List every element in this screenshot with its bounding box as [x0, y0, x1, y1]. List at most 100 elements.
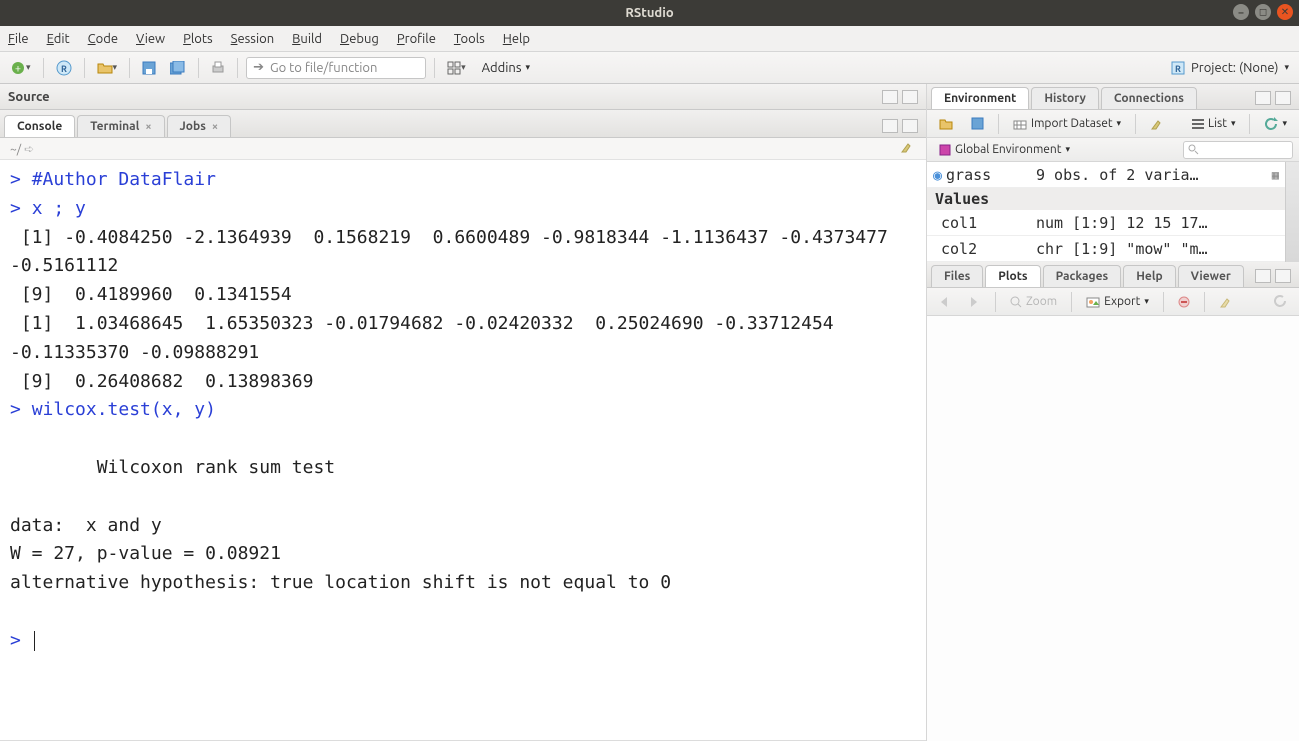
new-file-button[interactable]: + ▾: [6, 57, 35, 79]
console-working-dir: ~/: [10, 143, 21, 156]
toolbar-separator: [434, 58, 435, 78]
tab-terminal-label: Terminal: [90, 120, 139, 133]
menu-help[interactable]: Help: [503, 32, 530, 46]
menu-tools[interactable]: Tools: [454, 32, 485, 46]
expand-icon[interactable]: ◉: [933, 166, 942, 184]
clear-environment-button[interactable]: [1144, 115, 1172, 133]
menu-session[interactable]: Session: [231, 32, 274, 46]
new-project-button[interactable]: R: [52, 57, 76, 79]
toolbar-separator: [43, 58, 44, 78]
menu-file[interactable]: File: [8, 32, 29, 46]
broom-icon: [1219, 295, 1235, 309]
window-titlebar: RStudio – ◻ ✕: [0, 0, 1299, 26]
tab-viewer-label: Viewer: [1191, 270, 1231, 283]
menu-edit[interactable]: Edit: [47, 32, 70, 46]
plot-clear-all-button[interactable]: [1213, 293, 1241, 311]
window-title: RStudio: [625, 6, 673, 20]
tab-terminal[interactable]: Terminal ×: [77, 115, 164, 137]
env-object-col2[interactable]: col2 chr [1:9] "mow" "m…: [927, 236, 1285, 262]
tab-packages[interactable]: Packages: [1043, 265, 1122, 287]
refresh-icon: [1274, 295, 1287, 308]
import-dataset-button[interactable]: Import Dataset ▾: [1007, 115, 1127, 132]
plots-maximize-button[interactable]: [1275, 269, 1291, 283]
svg-text:+: +: [15, 63, 21, 75]
console-clear-button[interactable]: [900, 140, 916, 157]
r-cube-icon: R: [1171, 61, 1185, 75]
import-icon: [1013, 118, 1027, 130]
menu-code[interactable]: Code: [88, 32, 118, 46]
grid-view-button[interactable]: ▾: [443, 57, 470, 79]
env-grass-desc: 9 obs. of 2 varia…: [1032, 166, 1272, 184]
menu-plots[interactable]: Plots: [183, 32, 213, 46]
save-workspace-button[interactable]: [965, 115, 990, 132]
list-view-button[interactable]: List ▾: [1186, 115, 1241, 132]
console-maximize-button[interactable]: [902, 119, 918, 133]
env-maximize-button[interactable]: [1275, 91, 1291, 105]
view-data-icon[interactable]: ▦: [1272, 168, 1279, 182]
list-icon: [1192, 119, 1204, 129]
project-label-text: Project: (None): [1191, 61, 1278, 75]
menu-profile[interactable]: Profile: [397, 32, 436, 46]
goto-file-function-input[interactable]: ➔ Go to file/function: [246, 57, 426, 79]
plots-toolbar: Zoom Export ▾: [927, 288, 1299, 316]
save-button[interactable]: [138, 57, 160, 79]
plot-export-label: Export: [1104, 295, 1140, 308]
broom-icon: [1150, 117, 1166, 131]
goto-arrow-icon: ➔: [253, 60, 264, 75]
plots-minimize-button[interactable]: [1255, 269, 1271, 283]
env-object-grass[interactable]: ◉ grass 9 obs. of 2 varia… ▦: [927, 162, 1285, 188]
new-file-icon: +: [10, 60, 26, 76]
menu-debug[interactable]: Debug: [340, 32, 379, 46]
window-minimize-button[interactable]: –: [1233, 4, 1249, 20]
source-maximize-button[interactable]: [902, 90, 918, 104]
plot-export-button[interactable]: Export ▾: [1080, 293, 1155, 310]
env-col1-desc: num [1:9] 12 15 17…: [1032, 214, 1285, 232]
env-object-col1[interactable]: col1 num [1:9] 12 15 17…: [927, 210, 1285, 236]
svg-text:R: R: [61, 64, 67, 74]
menu-view[interactable]: View: [136, 32, 165, 46]
tab-console[interactable]: Console: [4, 115, 75, 137]
tab-connections[interactable]: Connections: [1101, 87, 1197, 109]
addins-label: Addins: [482, 61, 522, 75]
environment-scope-selector[interactable]: Global Environment ▾: [933, 141, 1076, 158]
print-button[interactable]: [207, 57, 229, 79]
env-scrollbar[interactable]: [1285, 162, 1299, 262]
source-minimize-button[interactable]: [882, 90, 898, 104]
tab-files[interactable]: Files: [931, 265, 983, 287]
open-file-button[interactable]: ▾: [93, 57, 122, 79]
tab-jobs-label: Jobs: [180, 120, 206, 133]
tab-jobs[interactable]: Jobs ×: [167, 115, 232, 137]
tab-viewer[interactable]: Viewer: [1178, 265, 1244, 287]
window-maximize-button[interactable]: ◻: [1255, 4, 1271, 20]
tab-environment[interactable]: Environment: [931, 87, 1029, 109]
toolbar-separator: [1135, 114, 1136, 134]
refresh-env-button[interactable]: ▾: [1258, 115, 1293, 133]
toolbar-separator: [237, 58, 238, 78]
plot-remove-button[interactable]: [1172, 294, 1196, 310]
broom-icon: [900, 140, 916, 154]
tab-jobs-close[interactable]: ×: [212, 121, 218, 133]
addins-dropdown[interactable]: Addins ▾: [476, 61, 536, 75]
toolbar-separator: [198, 58, 199, 78]
menu-build[interactable]: Build: [292, 32, 322, 46]
window-close-button[interactable]: ✕: [1277, 4, 1293, 20]
tab-history[interactable]: History: [1031, 87, 1099, 109]
console-minimize-button[interactable]: [882, 119, 898, 133]
print-icon: [211, 61, 225, 75]
project-selector[interactable]: R Project: (None) ▾: [1171, 61, 1293, 75]
plot-next-button[interactable]: [963, 295, 987, 309]
console-dir-arrow-icon[interactable]: ➪: [24, 143, 34, 156]
tab-plots[interactable]: Plots: [985, 265, 1040, 287]
tab-terminal-close[interactable]: ×: [145, 121, 151, 133]
console-output[interactable]: > #Author DataFlair > x ; y [1] -0.40842…: [0, 160, 926, 741]
environment-search-input[interactable]: [1183, 141, 1293, 159]
plot-zoom-button[interactable]: Zoom: [1004, 293, 1063, 310]
plot-refresh-button[interactable]: [1268, 293, 1293, 310]
load-workspace-button[interactable]: [933, 115, 959, 133]
tab-history-label: History: [1044, 92, 1086, 105]
tab-help[interactable]: Help: [1123, 265, 1175, 287]
save-all-button[interactable]: [166, 57, 190, 79]
env-minimize-button[interactable]: [1255, 91, 1271, 105]
env-col1-name: col1: [941, 214, 977, 232]
plot-prev-button[interactable]: [933, 295, 957, 309]
